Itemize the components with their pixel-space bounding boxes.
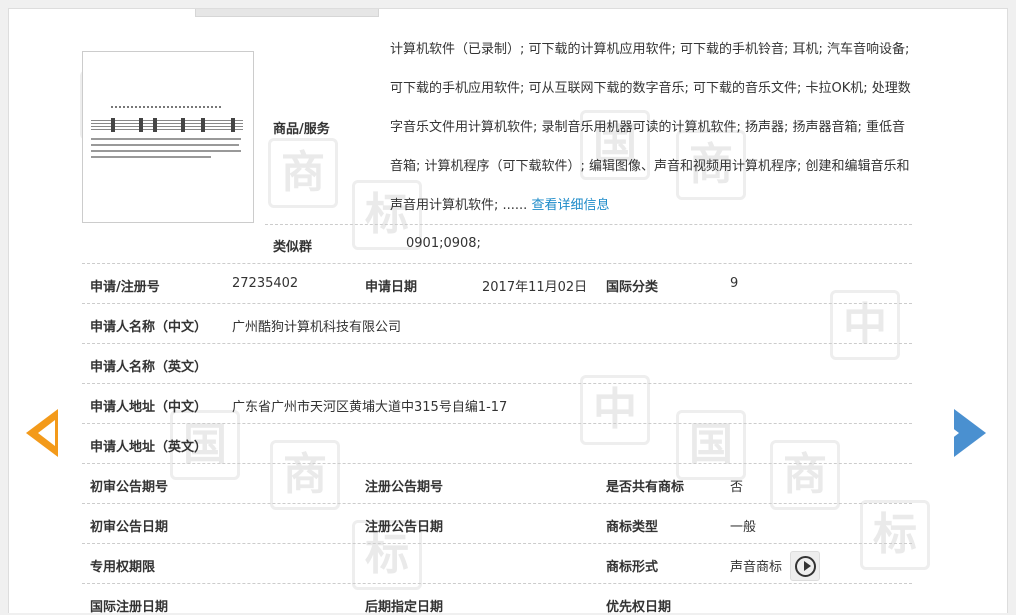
app-date-label: 申请日期	[365, 280, 418, 295]
top-tab[interactable]	[195, 9, 379, 17]
mark-form-label: 商标形式	[606, 560, 659, 575]
similar-group-label: 类似群	[273, 240, 313, 255]
prelim-pub-date-label: 初审公告日期	[90, 520, 169, 535]
music-staff	[91, 118, 243, 132]
applicant-cn-value: 广州酷狗计算机科技有限公司	[232, 320, 402, 335]
description-line	[91, 144, 239, 146]
goods-list: 计算机软件（已录制）; 可下载的计算机应用软件; 可下载的手机铃音; 耳机; 汽…	[390, 30, 915, 225]
reg-no-value: 27235402	[232, 276, 299, 291]
similar-group-value: 0901;0908;	[406, 236, 481, 251]
music-notation-marks	[111, 106, 221, 111]
mark-form-value: 声音商标	[730, 560, 783, 575]
view-details-link[interactable]: 查看详细信息	[531, 198, 609, 213]
exclusive-period-label: 专用权期限	[90, 560, 156, 575]
divider	[82, 463, 912, 464]
play-icon	[795, 556, 816, 577]
trademark-image[interactable]	[82, 51, 254, 223]
description-line	[91, 156, 211, 158]
later-designation-date-label: 后期指定日期	[365, 600, 444, 615]
goods-label: 商品/服务	[273, 122, 330, 137]
shared-mark-label: 是否共有商标	[606, 480, 685, 495]
address-cn-value: 广东省广州市天河区黄埔大道中315号自编1-17	[232, 400, 508, 415]
address-cn-label: 申请人地址（中文）	[90, 400, 208, 415]
divider	[82, 383, 912, 384]
play-sound-button[interactable]	[790, 551, 820, 581]
chevron-left-icon[interactable]	[26, 409, 58, 457]
divider	[82, 503, 912, 504]
chevron-right-icon[interactable]	[942, 409, 986, 457]
app-date-value: 2017年11月02日	[482, 280, 588, 295]
divider	[82, 303, 912, 304]
prelim-pub-no-label: 初审公告期号	[90, 480, 169, 495]
priority-date-label: 优先权日期	[606, 600, 672, 615]
divider	[82, 263, 912, 264]
goods-text: 计算机软件（已录制）; 可下载的计算机应用软件; 可下载的手机铃音; 耳机; 汽…	[390, 42, 911, 213]
divider	[82, 543, 912, 544]
reg-pub-no-label: 注册公告期号	[365, 480, 444, 495]
shared-mark-value: 否	[730, 480, 744, 495]
divider	[82, 583, 912, 584]
reg-pub-date-label: 注册公告日期	[365, 520, 444, 535]
divider	[82, 423, 912, 424]
applicant-cn-label: 申请人名称（中文）	[90, 320, 208, 335]
mark-type-value: 一般	[730, 520, 757, 535]
intl-reg-date-label: 国际注册日期	[90, 600, 169, 615]
reg-no-label: 申请/注册号	[90, 280, 160, 295]
description-line	[91, 138, 241, 140]
applicant-en-label: 申请人名称（英文）	[90, 360, 208, 375]
intl-class-label: 国际分类	[606, 280, 659, 295]
intl-class-value: 9	[730, 276, 739, 291]
description-line	[91, 150, 241, 152]
address-en-label: 申请人地址（英文）	[90, 440, 208, 455]
mark-type-label: 商标类型	[606, 520, 659, 535]
divider	[265, 224, 912, 225]
divider	[82, 343, 912, 344]
